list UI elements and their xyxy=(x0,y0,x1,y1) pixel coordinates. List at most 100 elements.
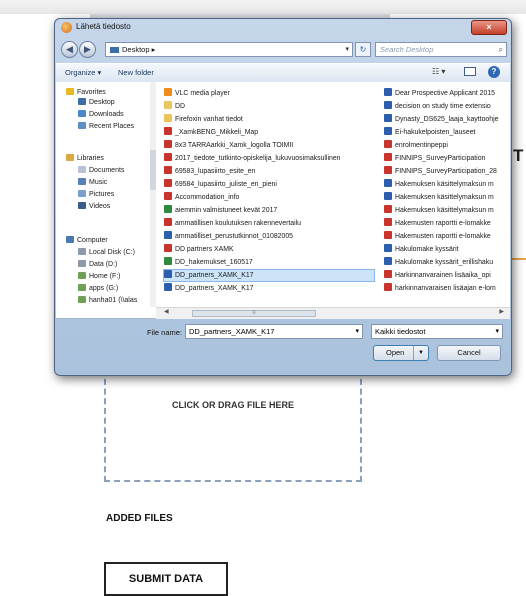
back-button[interactable]: ◀ xyxy=(61,41,78,58)
file-item[interactable]: 2017_tiedote_tutkinto-opiskelija_lukuvuo… xyxy=(164,153,374,164)
horizontal-scrollbar-thumb[interactable]: ≡ xyxy=(192,310,316,317)
file-item[interactable]: DD_partners_XAMK_K17 xyxy=(163,269,375,282)
address-bar[interactable]: Desktop ▸ ▾ xyxy=(105,42,353,57)
file-item[interactable]: 8x3 TARRAarkki_Xamk_logolla TOIMII xyxy=(164,140,374,151)
organize-menu[interactable]: Organize ▾ xyxy=(65,68,101,77)
search-input[interactable]: Search Desktop ⌕ xyxy=(375,42,507,57)
pdf-icon xyxy=(384,153,392,161)
dialog-titlebar[interactable]: Lähetä tiedosto × xyxy=(55,19,511,37)
file-item[interactable]: Hakemusten raportti e-lomakke xyxy=(384,231,510,242)
disk-icon xyxy=(78,248,86,255)
word-icon xyxy=(384,257,392,265)
file-name: ammatillisen koulutuksen rakennevertailu xyxy=(175,220,302,227)
nav-item[interactable]: Data (D:) xyxy=(78,260,117,268)
pdf-icon xyxy=(384,231,392,239)
refresh-button[interactable]: ↻ xyxy=(355,42,371,57)
file-type-dropdown-icon[interactable]: ▾ xyxy=(495,325,499,338)
navigation-pane: Favorites Desktop Downloads Recent Places Li… xyxy=(56,82,153,307)
nav-item[interactable]: Desktop xyxy=(78,98,115,106)
file-item[interactable]: Hakulomake kyssärit xyxy=(384,244,510,255)
file-item[interactable]: Harkinnanvarainen lisäaika_opi xyxy=(384,270,510,281)
change-view-button[interactable]: ☷ ▾ xyxy=(432,67,445,76)
file-name-value: DD_partners_XAMK_K17 xyxy=(189,327,275,336)
new-folder-button[interactable]: New folder xyxy=(118,68,154,77)
nav-item[interactable]: Recent Places xyxy=(78,122,134,130)
preview-pane-icon[interactable] xyxy=(464,67,476,76)
file-item[interactable]: FINNIPS_SurveyParticipation_28 xyxy=(384,166,510,177)
open-button[interactable]: Open ▼ xyxy=(373,345,429,361)
file-item[interactable]: 69584_lupasiirto_juliste_en_pieni xyxy=(164,179,374,190)
file-item[interactable]: _XamkBENG_Mikkeli_Map xyxy=(164,127,374,138)
file-item[interactable]: aiemmin valmistuneet kevät 2017 xyxy=(164,205,374,216)
folder-icon xyxy=(164,114,172,122)
pdf-icon xyxy=(164,153,172,161)
file-item[interactable]: VLC media player xyxy=(164,88,374,99)
navigation-scrollbar[interactable] xyxy=(150,82,156,307)
file-item[interactable]: Ei-hakukelpoisten_lauseet xyxy=(384,127,510,138)
file-name: 69583_lupasiirto_esite_en xyxy=(175,168,256,175)
scrollbar-thumb[interactable] xyxy=(150,150,156,190)
file-item[interactable]: Accommodation_info xyxy=(164,192,374,203)
nav-item[interactable]: Videos xyxy=(78,202,110,210)
close-button[interactable]: × xyxy=(471,20,507,35)
file-item[interactable]: Hakemuksen käsittelymaksun m xyxy=(384,205,510,216)
file-item[interactable]: FINNIPS_SurveyParticipation xyxy=(384,153,510,164)
nav-item[interactable]: apps (G:) xyxy=(78,284,118,292)
nav-item[interactable]: Libraries xyxy=(66,154,104,162)
star-icon xyxy=(66,88,74,95)
nav-item[interactable]: Favorites xyxy=(66,88,106,96)
cancel-button[interactable]: Cancel xyxy=(437,345,501,361)
file-item[interactable]: Dear Prospective Applicant 2015 xyxy=(384,88,510,99)
pdf-icon xyxy=(384,270,392,278)
file-item[interactable]: Firefoxin vanhat tiedot xyxy=(164,114,374,125)
file-item[interactable]: harkinnanvaraisen lisäajan e-lom xyxy=(384,283,510,294)
file-item[interactable]: Hakemuksen käsittelymaksun m xyxy=(384,192,510,203)
pictures-icon xyxy=(78,190,86,197)
drop-zone-text: CLICK OR DRAG FILE HERE xyxy=(171,400,294,410)
file-item[interactable]: decision on study time extensio xyxy=(384,101,510,112)
file-name: Hakulomake kyssärit_erillishaku xyxy=(395,259,494,266)
nav-item[interactable]: Documents xyxy=(78,166,124,174)
nav-item[interactable]: hanha01 (\\alas xyxy=(78,296,137,304)
file-item[interactable]: ammatilliset_perustutkinnot_01082005 xyxy=(164,231,374,242)
breadcrumb-arrow-icon[interactable]: ▸ xyxy=(152,45,156,54)
scroll-left-icon[interactable]: ◀ xyxy=(164,308,169,315)
file-item[interactable]: Hakemuksen käsittelymaksun m xyxy=(384,179,510,190)
nav-item[interactable]: Pictures xyxy=(78,190,114,198)
forward-button[interactable]: ▶ xyxy=(79,41,96,58)
open-split-dropdown-icon[interactable]: ▼ xyxy=(413,346,428,360)
file-type-select[interactable]: Kaikki tiedostot ▾ xyxy=(371,324,503,339)
file-item[interactable]: DD_partners_XAMK_K17 xyxy=(164,283,374,294)
nav-item[interactable]: Downloads xyxy=(78,110,124,118)
nav-item[interactable]: Music xyxy=(78,178,107,186)
file-item[interactable]: DD partners XAMK xyxy=(164,244,374,255)
nav-item[interactable]: Local Disk (C:) xyxy=(78,248,135,256)
nav-item[interactable]: Home (F:) xyxy=(78,272,121,280)
submit-data-button[interactable]: SUBMIT DATA xyxy=(104,562,228,596)
browser-header xyxy=(0,0,526,14)
file-item[interactable]: DD_hakemukset_160517 xyxy=(164,257,374,268)
file-item[interactable]: 69583_lupasiirto_esite_en xyxy=(164,166,374,177)
file-name: FINNIPS_SurveyParticipation_28 xyxy=(395,168,497,175)
computer-icon xyxy=(66,236,74,243)
word-icon xyxy=(384,244,392,252)
file-item[interactable]: DD xyxy=(164,101,374,112)
help-icon[interactable]: ? xyxy=(488,66,500,78)
word-icon xyxy=(384,192,392,200)
file-name-input[interactable]: DD_partners_XAMK_K17 ▾ xyxy=(185,324,363,339)
file-name: FINNIPS_SurveyParticipation xyxy=(395,155,486,162)
scroll-right-icon[interactable]: ▶ xyxy=(499,308,504,315)
word-icon xyxy=(384,88,392,96)
horizontal-scrollbar[interactable]: ◀ ≡ ▶ xyxy=(156,307,510,319)
file-item[interactable]: ammatillisen koulutuksen rakennevertailu xyxy=(164,218,374,229)
file-item[interactable]: Hakemusten raportti e-lomakke xyxy=(384,218,510,229)
nav-item[interactable]: Computer xyxy=(66,236,108,244)
file-type-value: Kaikki tiedostot xyxy=(375,327,426,336)
file-item[interactable]: Hakulomake kyssärit_erillishaku xyxy=(384,257,510,268)
file-name: Hakemusten raportti e-lomakke xyxy=(395,220,491,227)
file-item[interactable]: enrolmentinpeppi xyxy=(384,140,510,151)
address-dropdown-icon[interactable]: ▾ xyxy=(345,43,349,56)
file-item[interactable]: Dynasty_DS625_laaja_kayttoohje xyxy=(384,114,510,125)
nav-item-label: Pictures xyxy=(89,191,115,198)
file-name-dropdown-icon[interactable]: ▾ xyxy=(355,325,359,338)
